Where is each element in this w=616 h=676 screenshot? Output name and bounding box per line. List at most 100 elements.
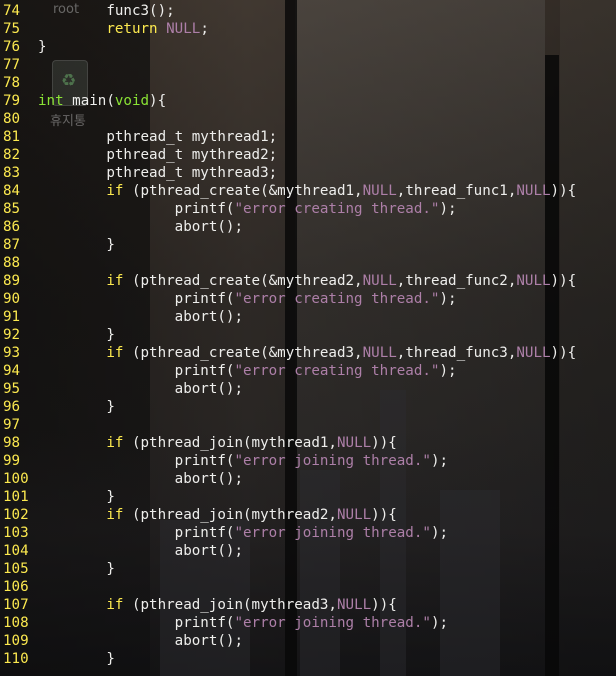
code-token: (pthread_create(&mythread3, xyxy=(123,345,363,361)
line-number: 89 xyxy=(3,273,21,289)
code-line[interactable]: 79 int main(void){ xyxy=(0,92,576,110)
line-number: 94 xyxy=(3,363,21,379)
code-token: if xyxy=(106,507,124,523)
code-line[interactable]: 91 abort(); xyxy=(0,308,576,326)
code-token: NULL xyxy=(336,507,372,523)
code-line[interactable]: 85 printf("error creating thread."); xyxy=(0,200,576,218)
code-token: NULL xyxy=(362,183,397,199)
code-token: } xyxy=(38,399,115,415)
code-line[interactable]: 87 } xyxy=(0,236,576,254)
code-token: ,thread_func1, xyxy=(396,183,517,199)
code-line[interactable]: 98 if (pthread_join(mythread1,NULL)){ xyxy=(0,434,576,452)
terminal-window[interactable]: root 휴지통 74 func3();75 return NULL;76}77… xyxy=(0,0,616,676)
code-line[interactable]: 90 printf("error creating thread."); xyxy=(0,290,576,308)
code-token: abort(); xyxy=(38,309,243,325)
line-number: 75 xyxy=(3,21,21,37)
code-line[interactable]: 86 abort(); xyxy=(0,218,576,236)
code-line[interactable]: 100 abort(); xyxy=(0,470,576,488)
code-line[interactable]: 104 abort(); xyxy=(0,542,576,560)
code-line[interactable]: 88 xyxy=(0,254,576,272)
code-token: ); xyxy=(439,291,457,307)
code-line[interactable]: 97 xyxy=(0,416,576,434)
line-number: 103 xyxy=(3,525,29,541)
code-line[interactable]: 81 pthread_t mythread1; xyxy=(0,128,576,146)
code-token: (pthread_join(mythread3, xyxy=(123,597,337,613)
code-line[interactable]: 109 abort(); xyxy=(0,632,576,650)
code-token: "error creating thread." xyxy=(234,201,440,217)
code-token: ){ xyxy=(149,93,167,109)
code-token: "error creating thread." xyxy=(234,363,440,379)
code-token: pthread_t mythread3; xyxy=(38,165,278,181)
code-token: void xyxy=(114,93,150,109)
line-number: 74 xyxy=(3,3,21,19)
code-token: )){ xyxy=(371,435,397,451)
code-line[interactable]: 102 if (pthread_join(mythread2,NULL)){ xyxy=(0,506,576,524)
line-number: 84 xyxy=(3,183,21,199)
code-token: if xyxy=(106,183,124,199)
line-number: 82 xyxy=(3,147,21,163)
code-token: } xyxy=(38,651,115,667)
line-number: 93 xyxy=(3,345,21,361)
code-token: ; xyxy=(200,21,209,37)
code-line[interactable]: 74 func3(); xyxy=(0,2,576,20)
line-number: 100 xyxy=(3,471,29,487)
code-token: abort(); xyxy=(38,381,243,397)
code-line[interactable]: 92 } xyxy=(0,326,576,344)
code-token: "error joining thread." xyxy=(234,525,431,541)
code-line[interactable]: 82 pthread_t mythread2; xyxy=(0,146,576,164)
code-token: if xyxy=(106,435,124,451)
code-token: int xyxy=(38,93,64,109)
code-token: NULL xyxy=(166,21,201,37)
code-line[interactable]: 80 xyxy=(0,110,576,128)
code-line[interactable]: 75 return NULL; xyxy=(0,20,576,38)
line-number: 79 xyxy=(3,93,21,109)
code-token: abort(); xyxy=(38,543,243,559)
line-number: 97 xyxy=(3,417,21,433)
code-line[interactable]: 84 if (pthread_create(&mythread1,NULL,th… xyxy=(0,182,576,200)
code-line[interactable]: 107 if (pthread_join(mythread3,NULL)){ xyxy=(0,596,576,614)
code-line[interactable]: 108 printf("error joining thread."); xyxy=(0,614,576,632)
code-token: "error joining thread." xyxy=(234,615,431,631)
code-token: } xyxy=(38,39,47,55)
code-token: abort(); xyxy=(38,633,243,649)
code-token: printf( xyxy=(38,615,235,631)
code-line[interactable]: 77 xyxy=(0,56,576,74)
code-token: } xyxy=(38,561,115,577)
code-line[interactable]: 106 xyxy=(0,578,576,596)
line-number: 76 xyxy=(3,39,21,55)
code-token: ,thread_func2, xyxy=(396,273,517,289)
code-line[interactable]: 96 } xyxy=(0,398,576,416)
code-line[interactable]: 89 if (pthread_create(&mythread2,NULL,th… xyxy=(0,272,576,290)
code-line[interactable]: 94 printf("error creating thread."); xyxy=(0,362,576,380)
code-line[interactable]: 101 } xyxy=(0,488,576,506)
code-line[interactable]: 110 } xyxy=(0,650,576,668)
line-number: 106 xyxy=(3,579,29,595)
code-line[interactable]: 83 pthread_t mythread3; xyxy=(0,164,576,182)
line-number: 78 xyxy=(3,75,21,91)
code-token: )){ xyxy=(371,597,397,613)
code-token: (pthread_create(&mythread1, xyxy=(123,183,363,199)
code-line[interactable]: 103 printf("error joining thread."); xyxy=(0,524,576,542)
code-token: abort(); xyxy=(38,471,243,487)
code-token: (pthread_join(mythread1, xyxy=(123,435,337,451)
code-token: printf( xyxy=(38,363,235,379)
code-token: printf( xyxy=(38,453,235,469)
code-line[interactable]: 95 abort(); xyxy=(0,380,576,398)
code-line[interactable]: 76} xyxy=(0,38,576,56)
line-number: 107 xyxy=(3,597,29,613)
code-line[interactable]: 99 printf("error joining thread."); xyxy=(0,452,576,470)
code-line[interactable]: 93 if (pthread_create(&mythread3,NULL,th… xyxy=(0,344,576,362)
line-number: 99 xyxy=(3,453,21,469)
code-token: ); xyxy=(430,615,449,631)
line-number: 96 xyxy=(3,399,21,415)
code-editor[interactable]: 74 func3(); 75 return NULL; 76} 77 78 79 int m… xyxy=(0,2,576,668)
code-line[interactable]: 78 xyxy=(0,74,576,92)
line-number: 92 xyxy=(3,327,21,343)
code-line[interactable]: 105 } xyxy=(0,560,576,578)
line-number: 102 xyxy=(3,507,29,523)
